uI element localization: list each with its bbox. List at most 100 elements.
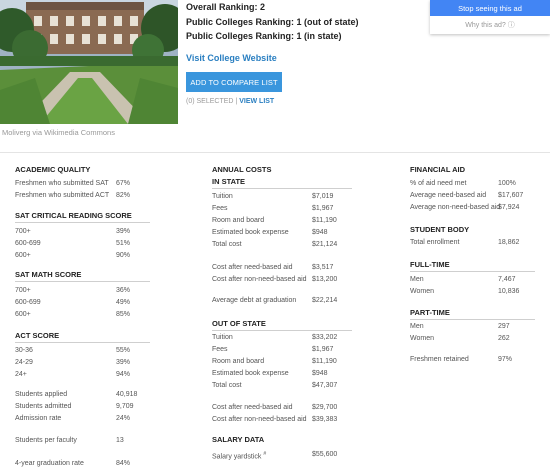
overall-ranking: Overall Ranking: 2 <box>186 2 266 12</box>
stat-value: $948 <box>312 229 328 236</box>
student-body-heading: STUDENT BODY <box>410 225 470 234</box>
stat-value: $21,124 <box>312 241 338 248</box>
full-time-heading: FULL-TIME <box>410 260 450 269</box>
campus-photo <box>0 0 178 124</box>
stat-value: 67% <box>116 180 131 187</box>
stat-value: 85% <box>116 311 131 318</box>
stat-label: 24-29 <box>15 359 33 366</box>
stat-value: $11,190 <box>312 217 337 224</box>
stat-label: Tuition <box>212 334 233 341</box>
stop-seeing-ad-button[interactable]: Stop seeing this ad <box>430 0 550 16</box>
view-list-link[interactable]: VIEW LIST <box>239 98 274 105</box>
stat-label: 600-699 <box>15 299 41 306</box>
stat-label: Average non-need-based aid <box>410 204 501 211</box>
stat-value: $7,019 <box>312 193 334 200</box>
salary-label: Salary yardstick <box>212 453 262 461</box>
divider <box>15 342 150 343</box>
divider <box>15 222 150 223</box>
stat-label: Fees <box>212 205 228 212</box>
part-time-heading: PART-TIME <box>410 308 450 317</box>
stat-label: 600+ <box>15 252 31 259</box>
divider <box>212 188 352 189</box>
stat-value: 39% <box>116 228 131 235</box>
academic-column: ACADEMIC QUALITY Freshmen who submitted … <box>15 153 150 470</box>
stat-label: Cost after non-need-based aid <box>212 276 307 283</box>
stat-value: $13,200 <box>312 276 338 283</box>
stat-label: Women <box>410 335 434 342</box>
stat-label: 600+ <box>15 311 31 318</box>
compare-status: (0) SELECTED | VIEW LIST <box>186 98 274 105</box>
stat-label: Salary yardstick # <box>212 451 266 460</box>
stat-label: Freshmen who submitted ACT <box>15 192 110 199</box>
stat-value: $948 <box>312 370 328 377</box>
stat-value: $1,967 <box>312 346 334 353</box>
stat-value: $47,307 <box>312 382 338 389</box>
stat-value: 40,918 <box>116 391 138 398</box>
ad-feedback-panel: Stop seeing this ad Why this ad? ⓘ <box>430 0 550 34</box>
stat-value: 13 <box>116 437 124 444</box>
stat-label: Admission rate <box>15 415 62 422</box>
stat-value: 84% <box>116 460 131 467</box>
stat-label: Tuition <box>212 193 233 200</box>
stat-value: $22,214 <box>312 297 338 304</box>
annual-costs-heading: ANNUAL COSTS <box>212 165 272 174</box>
stat-value: 7,467 <box>498 276 516 283</box>
stat-label: Students admitted <box>15 403 72 410</box>
stat-value: $29,700 <box>312 404 338 411</box>
stat-label: 700+ <box>15 228 31 235</box>
stat-value: $55,600 <box>312 451 338 458</box>
stat-value: 94% <box>116 371 131 378</box>
divider <box>410 271 535 272</box>
add-to-compare-button[interactable]: ADD TO COMPARE LIST <box>186 72 282 92</box>
divider <box>212 330 352 331</box>
stat-label: Students applied <box>15 391 68 398</box>
aid-column: FINANCIAL AID % of aid need met 100% Ave… <box>410 153 535 470</box>
stat-label: Estimated book expense <box>212 370 289 377</box>
stat-value: 97% <box>498 356 513 363</box>
stat-label: Students per faculty <box>15 437 77 444</box>
stat-value: 10,836 <box>498 288 520 295</box>
stat-value: $1,967 <box>312 205 334 212</box>
photo-credit: Moliverg via Wikimedia Commons <box>2 128 115 137</box>
stat-value: $11,190 <box>312 358 337 365</box>
stat-value: 51% <box>116 240 131 247</box>
act-heading: ACT SCORE <box>15 331 60 340</box>
visit-college-website-link[interactable]: Visit College Website <box>186 53 277 63</box>
stat-value: $33,202 <box>312 334 338 341</box>
college-stats: ACADEMIC QUALITY Freshmen who submitted … <box>0 152 550 470</box>
divider <box>410 319 535 320</box>
stat-label: Room and board <box>212 358 265 365</box>
stat-label: Total enrollment <box>410 239 460 246</box>
stat-value: 297 <box>498 323 510 330</box>
stat-value: 36% <box>116 287 131 294</box>
stat-label: 30-36 <box>15 347 33 354</box>
stat-value: 100% <box>498 180 516 187</box>
salary-data-heading: SALARY DATA <box>212 435 265 444</box>
stat-value: $39,383 <box>312 416 338 423</box>
stat-value: 82% <box>116 192 131 199</box>
stat-value: 90% <box>116 252 131 259</box>
sat-reading-heading: SAT CRITICAL READING SCORE <box>15 211 132 220</box>
in-state-heading: IN STATE <box>212 177 246 186</box>
stat-label: Men <box>410 276 424 283</box>
stat-label: 4-year graduation rate <box>15 460 84 467</box>
college-header: Moliverg via Wikimedia Commons Overall R… <box>0 0 550 152</box>
stat-value: 9,709 <box>116 403 134 410</box>
stat-label: Cost after non-need-based aid <box>212 416 307 423</box>
stat-value: 55% <box>116 347 131 354</box>
stat-label: Freshmen who submitted SAT <box>15 180 109 187</box>
stat-label: Average debt at graduation <box>212 297 297 304</box>
divider <box>15 281 150 282</box>
stat-label: Fees <box>212 346 228 353</box>
stat-value: 262 <box>498 335 510 342</box>
stat-label: Men <box>410 323 424 330</box>
stat-label: 24+ <box>15 371 27 378</box>
footnote-marker[interactable]: # <box>263 451 266 457</box>
stat-label: % of aid need met <box>410 180 467 187</box>
why-this-ad-link[interactable]: Why this ad? ⓘ <box>430 20 550 30</box>
stat-label: Freshmen retained <box>410 356 469 363</box>
stat-value: $7,924 <box>498 204 520 211</box>
stat-label: Average need-based aid <box>410 192 487 199</box>
stat-label: Women <box>410 288 434 295</box>
stat-label: Room and board <box>212 217 265 224</box>
